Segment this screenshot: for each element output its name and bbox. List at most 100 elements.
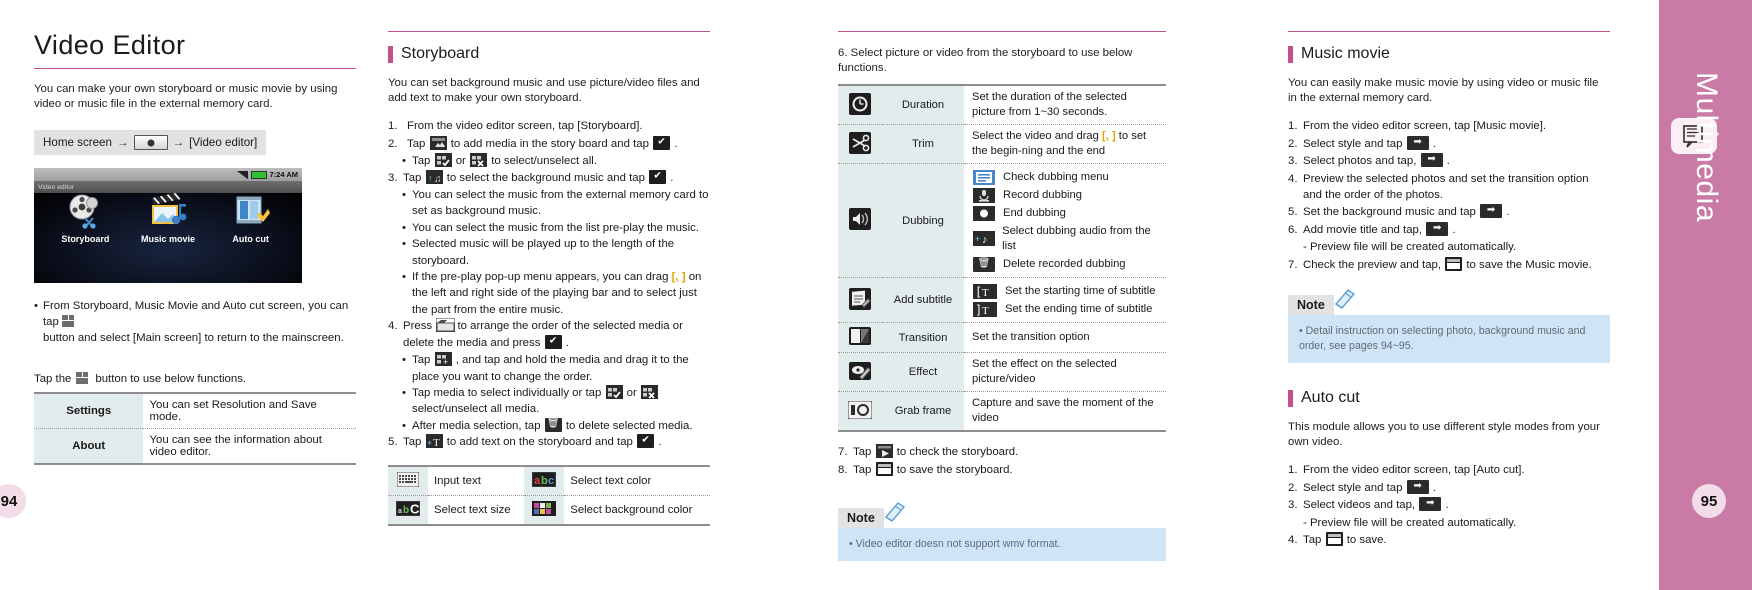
sub-function: [ T Set the starting time of subtitle: [972, 282, 1161, 300]
next-arrow-icon: [1420, 153, 1443, 168]
step-text: - Preview file will be created automatic…: [1303, 516, 1517, 529]
video-editor-intro: You can make your own storyboard or musi…: [34, 83, 338, 111]
next-arrow-icon: [1419, 497, 1442, 512]
option-desc: You can set Resolution and Save mode.: [143, 392, 356, 430]
sub-function-text: End dubbing: [1003, 206, 1066, 219]
text-option-label: Select background color: [564, 495, 710, 526]
scissors-icon: [838, 124, 882, 165]
mm-step-6-note: - Preview file will be created automatic…: [1288, 239, 1610, 255]
table-row: Add subtitle [ T Set the starting time o…: [838, 277, 1166, 324]
sub-function-text: Check dubbing menu: [1003, 170, 1109, 183]
unselect-all-icon: [470, 153, 488, 168]
palette-icon: [524, 495, 565, 526]
step-text-pre: Select style and tap: [1303, 481, 1403, 494]
table-row: Trim Select the video and drag [, ] to s…: [838, 124, 1166, 165]
abc-size-icon: a b C: [388, 495, 428, 526]
step-text-post: .: [658, 436, 662, 449]
column-video-editor: Video Editor You can make your own story…: [34, 0, 356, 466]
status-bar: 7:24 AM: [34, 168, 302, 182]
app-label: Storyboard: [61, 234, 110, 245]
video-editor-options-table: Settings You can set Resolution and Save…: [34, 392, 356, 466]
step-text: From the video editor screen, tap [Auto …: [1303, 464, 1525, 477]
ac-step-2: 2. Select style and tap .: [1288, 479, 1610, 496]
mm-step-4: 4. Preview the selected photos and set t…: [1288, 171, 1610, 204]
chapter-label: Multimedia: [1689, 71, 1723, 223]
ac-step-1: 1. From the video editor screen, tap [Au…: [1288, 462, 1610, 478]
note-block-music-movie: Note • Detail instruction on selecting p…: [1288, 287, 1610, 364]
function-desc: Set the effect on the selected picture/v…: [964, 352, 1166, 393]
step-number: 4.: [388, 320, 398, 333]
folder-icon: [436, 318, 456, 333]
auto-cut-icon: [219, 190, 283, 232]
step-text-mid: to add text on the storyboard and tap: [446, 436, 633, 449]
bullet-marker: •: [402, 271, 406, 284]
music-note-icon: ↑ ♫: [425, 169, 443, 184]
note-label: Note: [1288, 295, 1334, 316]
app-icon-auto-cut[interactable]: Auto cut: [219, 190, 283, 244]
record-stop-icon: [973, 205, 995, 221]
sub-post: select/unselect all media.: [412, 403, 540, 416]
step-3-sub-3: • Selected music will be played up to th…: [402, 236, 710, 269]
section-marker: [1288, 389, 1293, 407]
next-arrow-icon: [1480, 204, 1503, 219]
svg-text:T: T: [982, 305, 989, 317]
trash-icon: [973, 256, 995, 272]
main-screen-bullet-text: From Storyboard, Music Movie and Auto cu…: [43, 300, 349, 328]
svg-text:T: T: [982, 287, 989, 299]
text-options-table: Input text a b c Select text color a b C: [388, 464, 710, 526]
svg-text:+: +: [427, 438, 432, 448]
step-number: 6.: [1288, 223, 1298, 236]
step-4-sub-3: • After media selection, tap to delete s…: [402, 417, 710, 434]
bullet-marker: •: [402, 221, 406, 234]
path-arrow-1-icon: →: [116, 136, 129, 150]
app-icon-music-movie[interactable]: Music movie: [136, 190, 200, 244]
step-3-sub-1: • You can select the music from the exte…: [402, 187, 710, 220]
path-arrow-2-icon: →: [172, 136, 185, 150]
next-arrow-icon: [1406, 479, 1429, 494]
note-text: • Video editor doesn not support wmv for…: [838, 528, 1166, 562]
sub-post: to select/unselect all.: [491, 155, 597, 168]
phone-screenshot: 7:24 AM Video editor Storyboard Music mo…: [34, 168, 302, 284]
step-text: Preview the selected photos and set the …: [1303, 172, 1589, 202]
dubbing-sub-list: Check dubbing menu Record dubbing End du…: [964, 163, 1166, 279]
step-number: 3.: [388, 171, 398, 184]
svg-text:♫: ♫: [434, 174, 442, 184]
menu-grid-icon: [76, 372, 90, 385]
text-option-label: Select text size: [428, 495, 525, 526]
sub-text: You can select the music from the list p…: [412, 221, 700, 234]
note-header: Note: [1288, 287, 1610, 316]
section-title-text: Auto cut: [1301, 389, 1360, 407]
battery-icon: [250, 170, 267, 179]
step-6-text: 6. Select picture or video from the stor…: [838, 47, 1133, 75]
step-text-post: .: [565, 336, 569, 349]
step-text-pre: Tap: [403, 171, 422, 184]
step-text-pre: Select style and tap: [1303, 137, 1403, 150]
step-4-sub-2: • Tap media to select individually or ta…: [402, 384, 710, 418]
function-name: Duration: [882, 84, 964, 126]
ac-step-3-note: - Preview file will be created automatic…: [1288, 515, 1610, 531]
column-storyboard: Storyboard You can set background music …: [388, 0, 710, 526]
app-icon-storyboard[interactable]: Storyboard: [53, 190, 117, 244]
pen-note-icon: [882, 500, 908, 527]
step-text-pre: Tap: [407, 137, 426, 150]
navigation-path: Home screen → → [Video editor]: [34, 130, 267, 156]
add-audio-icon: + ♪: [973, 231, 995, 247]
function-desc: Set the duration of the selected picture…: [964, 84, 1166, 126]
ac-step-3: 3. Select videos and tap, .: [1288, 497, 1610, 513]
tap-suffix: button to use below functions.: [95, 372, 247, 385]
music-movie-intro: You can easily make music movie by using…: [1288, 77, 1599, 105]
step-text: From the video editor screen, tap [Music…: [1303, 120, 1547, 133]
step-number: 2.: [388, 137, 398, 150]
page-number-left: 94: [0, 484, 26, 518]
sub-function: Check dubbing menu: [972, 168, 1161, 186]
mm-step-1: 1. From the video editor screen, tap [Mu…: [1288, 118, 1610, 134]
bullet-marker: •: [402, 189, 406, 202]
option-label: About: [34, 428, 144, 466]
sub-function: ] T Set the ending time of subtitle: [972, 300, 1161, 318]
path-home-label: Home screen: [43, 136, 112, 150]
main-screen-bullet-text-cont: button and select [Main screen] to retur…: [43, 331, 344, 344]
preview-play-icon: [875, 444, 893, 459]
step-text-post: to save the Music movie.: [1466, 258, 1592, 271]
step-text-pre: Add movie title and tap,: [1303, 223, 1423, 236]
step-8: 8. Tap to save the storyboard.: [838, 461, 1166, 478]
